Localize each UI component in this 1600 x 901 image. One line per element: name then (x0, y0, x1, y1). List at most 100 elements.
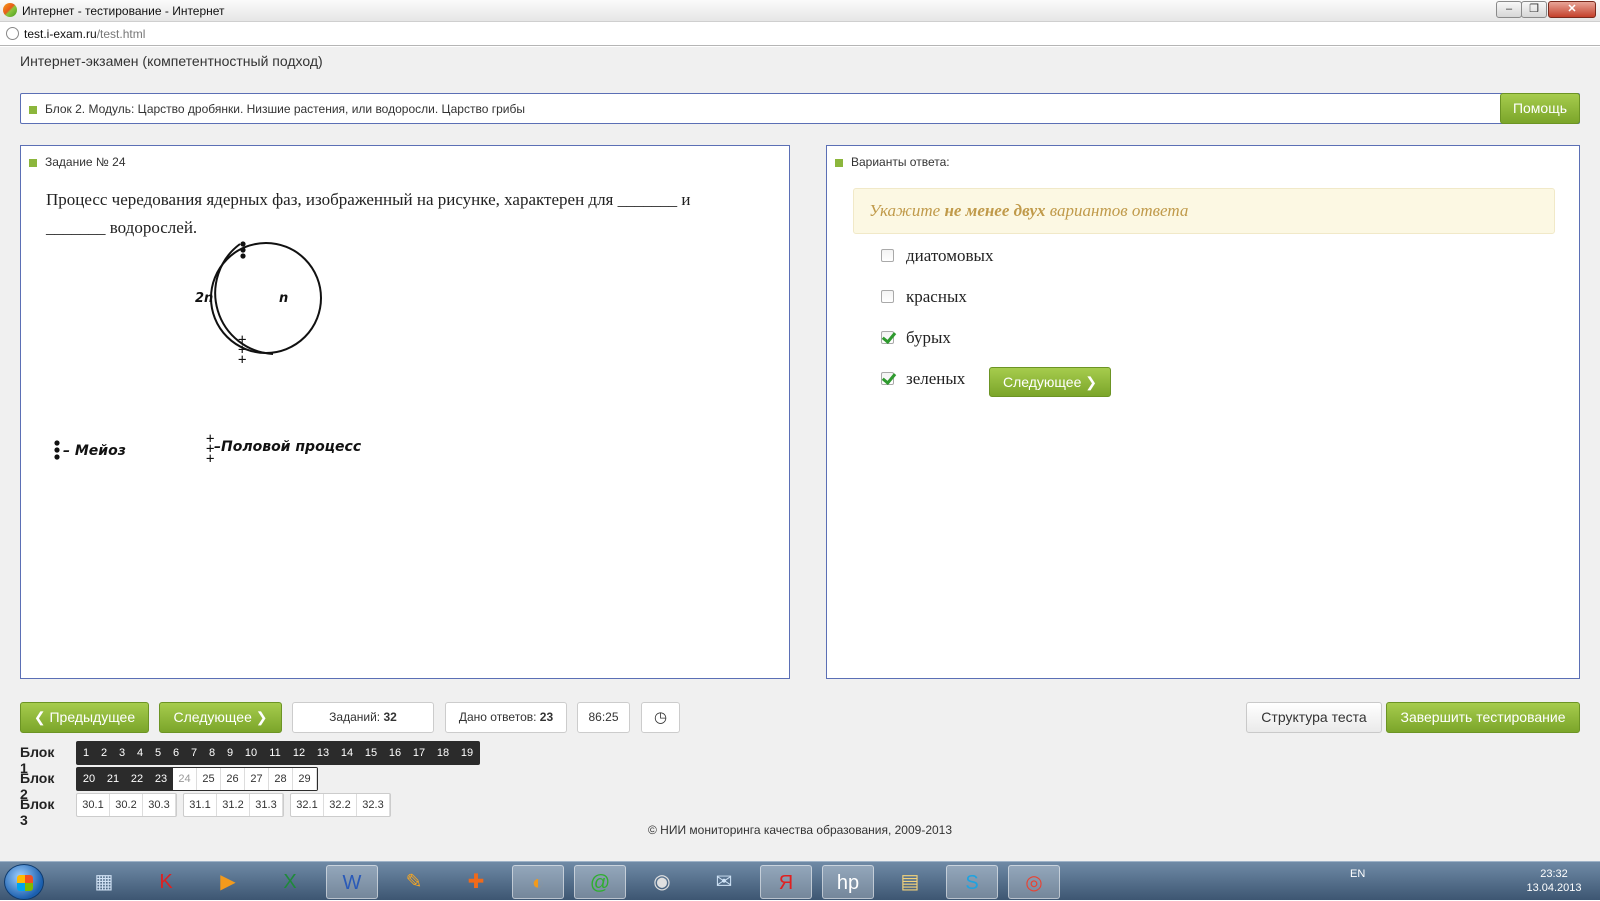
task-cell-group: 30.1 30.2 30.3 (76, 793, 177, 817)
address-url[interactable]: test.i-exam.ru/test.html (24, 27, 145, 41)
task-cell[interactable]: 9 (221, 742, 239, 764)
draw-icon[interactable]: ✎ (388, 865, 440, 899)
task-cell[interactable]: 5 (149, 742, 167, 764)
ie-exam-icon[interactable]: ◐ (512, 865, 564, 899)
task-cell[interactable]: 30.2 (110, 794, 143, 816)
svg-text:+: + (238, 352, 246, 368)
clock-time[interactable]: 23:32 (1524, 868, 1584, 880)
explorer-icon[interactable]: ▤ (884, 865, 936, 899)
task-cell[interactable]: 24 (173, 768, 197, 790)
word-icon[interactable]: W (326, 865, 378, 899)
task-cell[interactable]: 20 (77, 768, 101, 790)
media-player-icon[interactable]: ▶ (202, 865, 254, 899)
task-cell[interactable]: 16 (383, 742, 407, 764)
task-cell[interactable]: 30.3 (143, 794, 176, 816)
task-cell[interactable]: 10 (239, 742, 263, 764)
task-cell[interactable]: 25 (197, 768, 221, 790)
answer-checkbox[interactable] (881, 331, 894, 344)
skype-icon[interactable]: S (946, 865, 998, 899)
task-cell[interactable]: 8 (203, 742, 221, 764)
window-titlebar: Интернет - тестирование - Интернет – ❐ ✕ (0, 0, 1600, 22)
task-cell[interactable]: 17 (407, 742, 431, 764)
close-window-button[interactable]: ✕ (1548, 1, 1596, 18)
task-cell[interactable]: 31.1 (184, 794, 217, 816)
legend-meiosis: – Мейоз (54, 440, 126, 460)
hp-icon[interactable]: hp (822, 865, 874, 899)
task-cell[interactable]: 1 (77, 742, 95, 764)
yandex-icon[interactable]: Я (760, 865, 812, 899)
task-cell[interactable]: 27 (245, 768, 269, 790)
question-text: Процесс чередования ядерных фаз, изображ… (46, 190, 691, 237)
task-cell[interactable]: 31.3 (250, 794, 283, 816)
answer-checkbox[interactable] (881, 249, 894, 262)
excel-icon[interactable]: X (264, 865, 316, 899)
task-cell[interactable]: 13 (311, 742, 335, 764)
chrome-icon[interactable]: ◎ (1008, 865, 1060, 899)
test-structure-button[interactable]: Структура теста (1246, 702, 1382, 733)
task-number: Задание № 24 (45, 155, 126, 169)
task-cell[interactable]: 22 (125, 768, 149, 790)
task-cell-group: 20 21 22 23 24 25 26 27 28 29 (76, 767, 318, 791)
task-cell[interactable]: 28 (269, 768, 293, 790)
task-marker-icon (29, 158, 37, 167)
answers-header: Варианты ответа: (851, 155, 950, 169)
task-cell[interactable]: 29 (293, 768, 317, 790)
maximize-button[interactable]: ❐ (1521, 1, 1547, 18)
task-cell[interactable]: 18 (431, 742, 455, 764)
task-cell[interactable]: 19 (455, 742, 479, 764)
clock-date[interactable]: 13.04.2013 (1520, 882, 1588, 894)
block-cells: 1 2 3 4 5 6 7 8 9 10 11 12 13 14 15 16 17 18 19 (76, 741, 486, 765)
window-title: Интернет - тестирование - Интернет (22, 4, 225, 18)
task-cell[interactable]: 2 (95, 742, 113, 764)
task-cell[interactable]: 31.2 (217, 794, 250, 816)
answer-checkbox[interactable] (881, 372, 894, 385)
task-cell[interactable]: 26 (221, 768, 245, 790)
task-cell[interactable]: 12 (287, 742, 311, 764)
task-cell[interactable]: 7 (185, 742, 203, 764)
answer-checkbox[interactable] (881, 290, 894, 303)
block-cells: 20 21 22 23 24 25 26 27 28 29 (76, 767, 324, 791)
task-cell[interactable]: 3 (113, 742, 131, 764)
task-cell[interactable]: 15 (359, 742, 383, 764)
finish-test-button[interactable]: Завершить тестирование (1386, 702, 1580, 733)
start-button[interactable] (4, 864, 44, 900)
task-cell[interactable]: 11 (263, 742, 287, 764)
answer-label: зеленых (906, 369, 966, 388)
block-marker-icon (29, 105, 37, 114)
previous-task-button[interactable]: ❮ Предыдущее (20, 702, 149, 733)
exam-title: Интернет-экзамен (компетентностный подхо… (20, 53, 323, 69)
task-cell[interactable]: 32.1 (291, 794, 324, 816)
diagram-label-n: n (279, 291, 288, 306)
outlook-icon[interactable]: ✉ (698, 865, 750, 899)
next-answer-button[interactable]: Следующее ❯ (989, 367, 1111, 397)
svg-text:–Половой процесс: –Половой процесс (214, 439, 362, 455)
radio-icon[interactable]: ◉ (636, 865, 688, 899)
chevron-left-icon: ❮ (33, 709, 46, 725)
answer-label: красных (906, 287, 967, 306)
answers-marker-icon (835, 158, 843, 167)
task-cell[interactable]: 4 (131, 742, 149, 764)
help-button[interactable]: Помощь (1500, 93, 1580, 124)
clock-button[interactable]: ◷ (641, 702, 680, 733)
minimize-button[interactable]: – (1496, 1, 1522, 18)
address-bar[interactable]: test.i-exam.ru/test.html (0, 22, 1600, 46)
diagram-label-2n: 2n (195, 291, 213, 306)
calculator-icon[interactable]: ▦ (78, 865, 130, 899)
task-cell[interactable]: 6 (167, 742, 185, 764)
chevron-right-icon: ❯ (255, 709, 268, 725)
task-cell[interactable]: 30.1 (77, 794, 110, 816)
exam-page: Интернет-экзамен (компетентностный подхо… (0, 47, 1600, 861)
task-cell[interactable]: 23 (149, 768, 173, 790)
task-panel: Задание № 24 Процесс чередования ядерных… (20, 145, 790, 679)
mail-agent-icon[interactable]: @ (574, 865, 626, 899)
language-indicator[interactable]: EN (1350, 868, 1365, 880)
paint-icon[interactable]: ✚ (450, 865, 502, 899)
task-cell[interactable]: 32.3 (357, 794, 390, 816)
task-cell[interactable]: 21 (101, 768, 125, 790)
task-cell[interactable]: 14 (335, 742, 359, 764)
next-task-button[interactable]: Следующее ❯ (159, 702, 282, 733)
timer-display: 86:25 (577, 702, 630, 733)
task-cell[interactable]: 32.2 (324, 794, 357, 816)
browser-app-icon (3, 3, 17, 17)
kaspersky-icon[interactable]: K (140, 865, 192, 899)
